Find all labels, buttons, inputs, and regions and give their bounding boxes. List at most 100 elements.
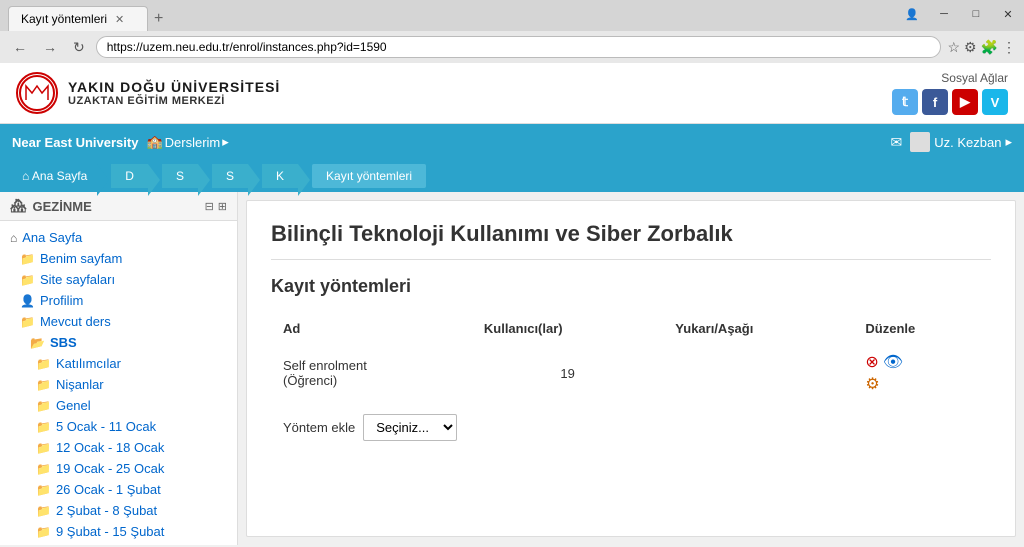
sidebar-item-week2[interactable]: 📁 12 Ocak - 18 Ocak — [0, 437, 237, 458]
courses-icon: 🏫 — [146, 134, 162, 150]
breadcrumb-s1[interactable]: S — [162, 164, 198, 188]
sidebar-item-sbs[interactable]: 📂 SBS — [0, 332, 237, 353]
new-tab-button[interactable]: + — [148, 10, 169, 28]
active-tab[interactable]: Kayıt yöntemleri ✕ — [8, 6, 148, 31]
window-controls: 👤 ─ □ ✕ — [896, 0, 1024, 32]
vimeo-icon[interactable]: V — [982, 89, 1008, 115]
sidebar-title: 🏘 GEZİNME — [10, 198, 92, 214]
sidebar-week2-label: 12 Ocak - 18 Ocak — [56, 440, 164, 455]
sidebar-week3-label: 19 Ocak - 25 Ocak — [56, 461, 164, 476]
sidebar-home-label: Ana Sayfa — [22, 230, 82, 245]
social-area: Sosyal Ağlar 𝕥 f ▶ V — [892, 71, 1008, 115]
arrow-k — [298, 164, 310, 196]
forward-button[interactable]: → — [38, 37, 62, 57]
logo-area: YAKIN DOĞU ÜNİVERSİTESİ UZAKTAN EĞİTİM M… — [16, 72, 280, 114]
nav-bar: Near East University 🏫 Derslerim ▸ ✉ Uz.… — [0, 124, 1024, 160]
browser-actions: ☆ ⚙ 🧩 ⋮ — [947, 39, 1016, 56]
folder-icon-8: 📁 — [36, 441, 51, 455]
arrow-d — [148, 164, 160, 196]
breadcrumb-home-link[interactable]: ⌂ Ana Sayfa — [12, 164, 97, 188]
sidebar-item-week4[interactable]: 📁 26 Ocak - 1 Şubat — [0, 479, 237, 500]
home-icon: ⌂ — [10, 231, 17, 245]
close-button[interactable]: ✕ — [992, 0, 1024, 28]
sidebar-item-week7[interactable]: 📁 16 Şubat - 22 Şubat — [0, 542, 237, 545]
profile-button[interactable]: 👤 — [896, 0, 928, 28]
sidebar-collapse-icon[interactable]: ⊟ — [205, 200, 214, 213]
sidebar-item-participants[interactable]: 📁 Katılımcılar — [0, 353, 237, 374]
arrow-s1 — [198, 164, 210, 196]
sidebar-week5-label: 2 Şubat - 8 Şubat — [56, 503, 157, 518]
navigation-icon: 🏘 — [10, 198, 27, 214]
breadcrumb-d[interactable]: D — [111, 164, 148, 188]
sidebar-item-my-page[interactable]: 📁 Benim sayfam — [0, 248, 237, 269]
enroll-edit: ⊗ 👁 ⚙ — [853, 344, 991, 402]
logo-icon — [16, 72, 58, 114]
sidebar-current-course-label: Mevcut ders — [40, 314, 111, 329]
sidebar-item-week6[interactable]: 📁 9 Şubat - 15 Şubat — [0, 521, 237, 542]
nav-courses[interactable]: 🏫 Derslerim ▸ — [146, 134, 228, 150]
folder-icon-12: 📁 — [36, 525, 51, 539]
sidebar-week1-label: 5 Ocak - 11 Ocak — [56, 419, 156, 434]
sidebar-profile-label: Profilim — [40, 293, 83, 308]
facebook-icon[interactable]: f — [922, 89, 948, 115]
table-row: Self enrolment(Öğrenci) 19 ⊗ 👁 ⚙ — [271, 344, 991, 402]
nav-user[interactable]: Uz. Kezban ▸ — [910, 132, 1012, 152]
sidebar-sbs-label: SBS — [50, 335, 77, 350]
add-method-select[interactable]: Seçiniz... Yöntem 1 Yöntem 2 — [363, 414, 457, 441]
sidebar-item-home[interactable]: ⌂ Ana Sayfa — [0, 227, 237, 248]
edit-actions-2: ⚙ — [865, 374, 979, 394]
breadcrumb-k[interactable]: K — [262, 164, 298, 188]
breadcrumb-bar: ⌂ Ana Sayfa D S S K Kayıt yöntemleri — [0, 160, 1024, 192]
settings-icon[interactable]: ⚙ — [964, 39, 977, 56]
sidebar-item-profile[interactable]: 👤 Profilim — [0, 290, 237, 311]
university-name-line1: YAKIN DOĞU ÜNİVERSİTESİ — [68, 79, 280, 95]
sidebar-item-site-pages[interactable]: 📁 Site sayfaları — [0, 269, 237, 290]
sidebar-item-week5[interactable]: 📁 2 Şubat - 8 Şubat — [0, 500, 237, 521]
breadcrumb-active-label: Kayıt yöntemleri — [312, 164, 426, 188]
nav-university[interactable]: Near East University — [12, 135, 138, 150]
refresh-button[interactable]: ↻ — [68, 37, 90, 58]
enroll-updown — [663, 344, 853, 402]
twitter-icon[interactable]: 𝕥 — [892, 89, 918, 115]
breadcrumb-s1-label[interactable]: S — [162, 164, 198, 188]
sidebar-controls: ⊟ ⊞ — [205, 200, 227, 213]
tab-close-button[interactable]: ✕ — [115, 13, 124, 26]
minimize-button[interactable]: ─ — [928, 0, 960, 28]
sidebar-item-general[interactable]: 📁 Genel — [0, 395, 237, 416]
bookmark-icon[interactable]: ☆ — [947, 39, 960, 56]
youtube-icon[interactable]: ▶ — [952, 89, 978, 115]
view-icon[interactable]: 👁 — [883, 352, 903, 372]
person-icon: 👤 — [20, 294, 35, 308]
courses-label: Derslerim — [165, 135, 221, 150]
breadcrumb-s2-label[interactable]: S — [212, 164, 248, 188]
email-icon[interactable]: ✉ — [891, 134, 903, 151]
section-title: Kayıt yöntemleri — [271, 276, 991, 297]
back-button[interactable]: ← — [8, 37, 32, 57]
breadcrumb-home[interactable]: ⌂ Ana Sayfa — [12, 164, 97, 188]
enroll-name: Self enrolment(Öğrenci) — [271, 344, 472, 402]
sidebar-item-week3[interactable]: 📁 19 Ocak - 25 Ocak — [0, 458, 237, 479]
maximize-button[interactable]: □ — [960, 0, 992, 28]
remove-icon[interactable]: ⊗ — [865, 352, 878, 372]
extension-icon[interactable]: 🧩 — [981, 39, 998, 56]
sidebar-week4-label: 26 Ocak - 1 Şubat — [56, 482, 161, 497]
page-title: Bilinçli Teknoloji Kullanımı ve Siber Zo… — [271, 221, 991, 260]
sidebar-site-pages-label: Site sayfaları — [40, 272, 115, 287]
sidebar-item-week1[interactable]: 📁 5 Ocak - 11 Ocak — [0, 416, 237, 437]
col-users: Kullanıcı(lar) — [472, 313, 663, 344]
add-method-row: Yöntem ekle Seçiniz... Yöntem 1 Yöntem 2 — [271, 402, 991, 453]
courses-arrow: ▸ — [222, 134, 229, 150]
settings-icon[interactable]: ⚙ — [865, 374, 879, 394]
sidebar-expand-icon[interactable]: ⊞ — [218, 200, 227, 213]
breadcrumb-k-label[interactable]: K — [262, 164, 298, 188]
edit-actions: ⊗ 👁 — [865, 352, 979, 372]
site-header: YAKIN DOĞU ÜNİVERSİTESİ UZAKTAN EĞİTİM M… — [0, 63, 1024, 124]
apps-icon[interactable]: ⋮ — [1002, 39, 1016, 56]
sidebar-item-current-course[interactable]: 📁 Mevcut ders — [0, 311, 237, 332]
main-content: Bilinçli Teknoloji Kullanımı ve Siber Zo… — [246, 200, 1016, 537]
breadcrumb-s2[interactable]: S — [212, 164, 248, 188]
sidebar-item-badges[interactable]: 📁 Nişanlar — [0, 374, 237, 395]
breadcrumb-d-label[interactable]: D — [111, 164, 148, 188]
sidebar-header: 🏘 GEZİNME ⊟ ⊞ — [0, 192, 237, 221]
url-input[interactable] — [96, 36, 942, 58]
